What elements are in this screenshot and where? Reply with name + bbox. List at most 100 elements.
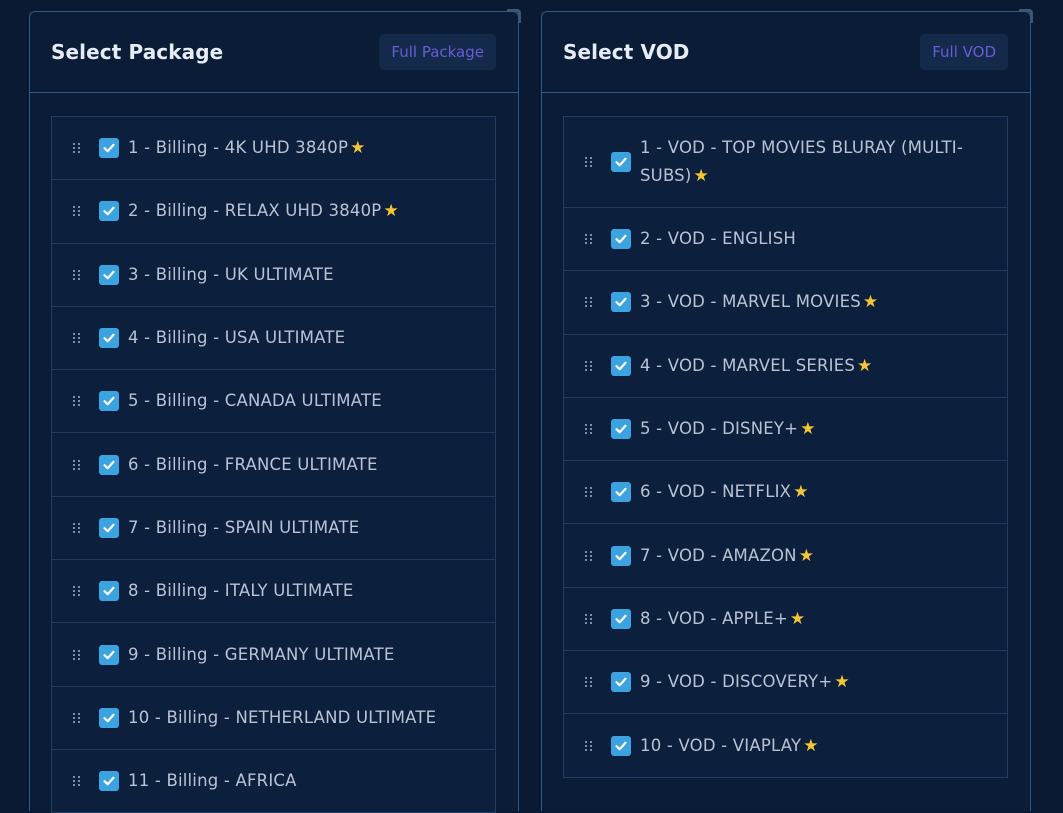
checkbox-checked-icon[interactable] [611, 152, 631, 172]
star-icon: ★ [350, 138, 366, 159]
checkbox-checked-icon[interactable] [99, 771, 119, 792]
checkbox-checked-icon[interactable] [611, 292, 631, 313]
list-item-text: 1 - VOD - TOP MOVIES BLURAY (MULTI-SUBS) [640, 138, 964, 185]
list-item-text: 7 - Billing - SPAIN ULTIMATE [128, 517, 360, 537]
list-item-label: 6 - Billing - FRANCE ULTIMATE [128, 451, 378, 479]
drag-handle-icon[interactable] [72, 712, 82, 724]
list-item-label: 1 - Billing - 4K UHD 3840P ★ [128, 134, 366, 162]
drag-handle-icon[interactable] [584, 360, 594, 372]
list-item-text: 7 - VOD - AMAZON [640, 545, 797, 565]
drag-handle-icon[interactable] [72, 775, 82, 787]
checkbox-checked-icon[interactable] [611, 672, 631, 693]
checkbox-checked-icon[interactable] [99, 644, 119, 665]
list-item[interactable]: 4 - Billing - USA ULTIMATE [52, 307, 495, 371]
list-item[interactable]: 10 - VOD - VIAPLAY ★ [564, 714, 1007, 778]
checkbox-checked-icon[interactable] [99, 454, 119, 475]
checkbox-checked-icon[interactable] [611, 608, 631, 629]
list-item-text: 9 - VOD - DISCOVERY+ [640, 672, 833, 692]
list-item-text: 6 - VOD - NETFLIX [640, 482, 792, 502]
list-item-label: 4 - VOD - MARVEL SERIES ★ [640, 352, 873, 380]
drag-handle-icon[interactable] [584, 233, 594, 245]
list-item-text: 8 - VOD - APPLE+ [640, 608, 788, 628]
star-icon: ★ [800, 419, 816, 440]
vod-list: 1 - VOD - TOP MOVIES BLURAY (MULTI-SUBS)… [563, 116, 1008, 778]
drag-handle-icon[interactable] [72, 332, 82, 344]
full-package-button[interactable]: Full Package [379, 34, 496, 70]
list-item[interactable]: 1 - VOD - TOP MOVIES BLURAY (MULTI-SUBS)… [564, 117, 1007, 208]
full-vod-button[interactable]: Full VOD [920, 34, 1008, 70]
drag-handle-icon[interactable] [72, 649, 82, 661]
checkbox-checked-icon[interactable] [611, 229, 631, 250]
star-icon: ★ [793, 482, 809, 503]
list-item[interactable]: 5 - Billing - CANADA ULTIMATE [52, 370, 495, 434]
list-item-text: 3 - VOD - MARVEL MOVIES [640, 292, 861, 312]
list-item-label: 7 - VOD - AMAZON ★ [640, 542, 814, 570]
drag-handle-icon[interactable] [584, 740, 594, 752]
list-item[interactable]: 6 - VOD - NETFLIX ★ [564, 461, 1007, 525]
checkbox-checked-icon[interactable] [611, 482, 631, 503]
list-item-label: 2 - Billing - RELAX UHD 3840P ★ [128, 197, 399, 225]
list-item[interactable]: 4 - VOD - MARVEL SERIES ★ [564, 335, 1007, 398]
list-item[interactable]: 11 - Billing - AFRICA [52, 750, 495, 813]
list-item[interactable]: 10 - Billing - NETHERLAND ULTIMATE [52, 687, 495, 750]
list-item-text: 9 - Billing - GERMANY ULTIMATE [128, 644, 395, 664]
package-panel-header: Select Package Full Package [30, 12, 518, 93]
list-item-label: 5 - Billing - CANADA ULTIMATE [128, 387, 382, 415]
star-icon: ★ [693, 166, 709, 186]
list-item-label: 8 - VOD - APPLE+ ★ [640, 605, 805, 633]
resize-corner-icon [507, 9, 521, 23]
drag-handle-icon[interactable] [72, 585, 82, 597]
checkbox-checked-icon[interactable] [99, 328, 119, 349]
drag-handle-icon[interactable] [72, 395, 82, 407]
list-item[interactable]: 3 - VOD - MARVEL MOVIES ★ [564, 271, 1007, 335]
list-item[interactable]: 9 - VOD - DISCOVERY+ ★ [564, 651, 1007, 715]
checkbox-checked-icon[interactable] [99, 264, 119, 285]
list-item[interactable]: 8 - Billing - ITALY ULTIMATE [52, 560, 495, 624]
drag-handle-icon[interactable] [584, 486, 594, 498]
drag-handle-icon[interactable] [584, 676, 594, 688]
star-icon: ★ [383, 201, 399, 222]
list-item[interactable]: 7 - Billing - SPAIN ULTIMATE [52, 497, 495, 561]
list-item[interactable]: 5 - VOD - DISNEY+ ★ [564, 398, 1007, 462]
checkbox-checked-icon[interactable] [99, 138, 119, 159]
vod-panel-title: Select VOD [563, 40, 690, 64]
checkbox-checked-icon[interactable] [99, 201, 119, 222]
checkbox-checked-icon[interactable] [611, 545, 631, 566]
checkbox-checked-icon[interactable] [99, 517, 119, 538]
list-item-text: 6 - Billing - FRANCE ULTIMATE [128, 454, 378, 474]
list-item[interactable]: 8 - VOD - APPLE+ ★ [564, 588, 1007, 652]
drag-handle-icon[interactable] [584, 156, 594, 168]
list-item-label: 5 - VOD - DISNEY+ ★ [640, 415, 816, 443]
list-item-text: 4 - VOD - MARVEL SERIES [640, 355, 856, 375]
checkbox-checked-icon[interactable] [611, 735, 631, 756]
drag-handle-icon[interactable] [584, 296, 594, 308]
list-item[interactable]: 3 - Billing - UK ULTIMATE [52, 244, 495, 307]
list-item[interactable]: 2 - VOD - ENGLISH [564, 208, 1007, 272]
list-item-text: 1 - Billing - 4K UHD 3840P [128, 138, 349, 158]
star-icon: ★ [834, 672, 850, 693]
drag-handle-icon[interactable] [72, 522, 82, 534]
list-item[interactable]: 2 - Billing - RELAX UHD 3840P ★ [52, 180, 495, 244]
list-item[interactable]: 7 - VOD - AMAZON ★ [564, 524, 1007, 588]
list-item-label: 9 - VOD - DISCOVERY+ ★ [640, 668, 850, 696]
list-item[interactable]: 6 - Billing - FRANCE ULTIMATE [52, 433, 495, 497]
drag-handle-icon[interactable] [72, 459, 82, 471]
checkbox-checked-icon[interactable] [99, 391, 119, 412]
checkbox-checked-icon[interactable] [611, 419, 631, 440]
list-item-label: 3 - Billing - UK ULTIMATE [128, 261, 334, 289]
drag-handle-icon[interactable] [72, 269, 82, 281]
vod-panel-header: Select VOD Full VOD [542, 12, 1030, 93]
drag-handle-icon[interactable] [584, 423, 594, 435]
drag-handle-icon[interactable] [584, 550, 594, 562]
list-item[interactable]: 9 - Billing - GERMANY ULTIMATE [52, 623, 495, 687]
list-item-label: 7 - Billing - SPAIN ULTIMATE [128, 514, 359, 542]
list-item[interactable]: 1 - Billing - 4K UHD 3840P ★ [52, 117, 495, 181]
checkbox-checked-icon[interactable] [99, 707, 119, 728]
drag-handle-icon[interactable] [72, 205, 82, 217]
checkbox-checked-icon[interactable] [611, 355, 631, 376]
drag-handle-icon[interactable] [72, 142, 82, 154]
checkbox-checked-icon[interactable] [99, 581, 119, 602]
drag-handle-icon[interactable] [584, 613, 594, 625]
list-item-label: 8 - Billing - ITALY ULTIMATE [128, 577, 354, 605]
list-item-text: 5 - VOD - DISNEY+ [640, 419, 799, 439]
